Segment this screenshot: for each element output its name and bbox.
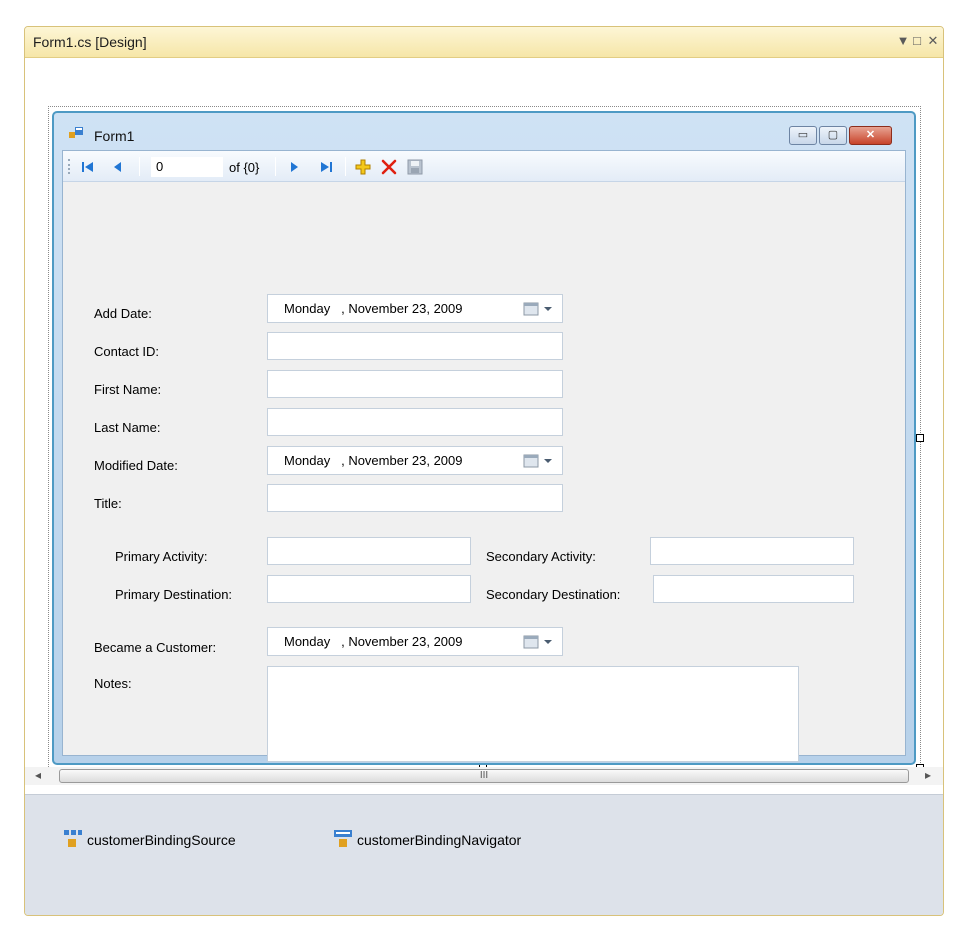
toolstrip-separator [345, 157, 346, 176]
toolstrip-separator [139, 157, 140, 176]
first-name-textbox[interactable] [267, 370, 563, 398]
became-customer-day: Monday , November 23, 2009 [284, 634, 463, 649]
add-date-label: Add Date: [94, 306, 152, 321]
binding-navigator-icon [334, 830, 352, 847]
position-item-textbox[interactable]: 0 [151, 157, 223, 177]
secondary-destination-label: Secondary Destination: [486, 587, 621, 602]
save-icon[interactable] [407, 159, 423, 175]
add-new-icon[interactable] [355, 159, 371, 175]
designer-document-window: Form1.cs [Design] ▼ □ ✕ Form1 ▭ ▢ ✕ 0 of… [24, 26, 944, 916]
design-surface[interactable]: Form1 ▭ ▢ ✕ 0 of {0} Add Date: Contact I… [25, 58, 943, 793]
move-last-icon[interactable] [319, 161, 333, 173]
scroll-left-icon[interactable]: ◂ [35, 768, 41, 782]
calendar-dropdown-icon[interactable] [522, 453, 558, 469]
binding-navigator-label: customerBindingNavigator [357, 832, 522, 848]
toolstrip-grip[interactable] [68, 159, 71, 174]
primary-activity-textbox[interactable] [267, 537, 471, 565]
resize-handle-right[interactable] [916, 434, 924, 442]
count-item-label: of {0} [229, 160, 260, 175]
move-next-icon[interactable] [289, 161, 299, 173]
primary-destination-label: Primary Destination: [115, 587, 233, 602]
component-tray: customerBindingSource customerBindingNav… [25, 794, 943, 915]
secondary-activity-textbox[interactable] [650, 537, 854, 565]
title-textbox[interactable] [267, 484, 563, 512]
toolstrip-separator [275, 157, 276, 176]
move-first-icon[interactable] [81, 161, 95, 173]
form1-window[interactable]: Form1 ▭ ▢ ✕ 0 of {0} Add Date: Contact I… [52, 111, 916, 765]
form-icon [69, 127, 83, 138]
calendar-dropdown-icon[interactable] [522, 301, 558, 317]
first-name-label: First Name: [94, 382, 162, 397]
scroll-thumb[interactable]: III [59, 769, 909, 783]
became-customer-date-picker[interactable]: Monday , November 23, 2009 [267, 627, 563, 656]
delete-icon[interactable] [381, 159, 397, 175]
secondary-activity-label: Secondary Activity: [486, 549, 596, 564]
contact-id-textbox[interactable] [267, 332, 563, 360]
last-name-textbox[interactable] [267, 408, 563, 436]
secondary-destination-textbox[interactable] [653, 575, 854, 603]
form-client-area: 0 of {0} Add Date: Contact ID: First Nam… [62, 150, 906, 762]
form-maximize-button[interactable]: ▢ [819, 126, 847, 145]
modified-date-day: Monday , November 23, 2009 [284, 453, 463, 468]
binding-source-icon [64, 830, 82, 847]
scroll-right-icon[interactable]: ▸ [925, 768, 931, 782]
restore-icon[interactable]: □ [909, 31, 925, 51]
binding-source-label: customerBindingSource [87, 832, 236, 848]
document-title[interactable]: Form1.cs [Design] [33, 34, 147, 50]
primary-activity-label: Primary Activity: [115, 549, 208, 564]
primary-destination-textbox[interactable] [267, 575, 471, 603]
close-icon[interactable]: ✕ [925, 31, 941, 51]
form-close-button[interactable]: ✕ [849, 126, 892, 145]
modified-date-picker[interactable]: Monday , November 23, 2009 [267, 446, 563, 475]
modified-date-label: Modified Date: [94, 458, 178, 473]
binding-navigator-toolstrip: 0 of {0} [63, 151, 905, 182]
notes-textbox[interactable] [267, 666, 799, 762]
horizontal-scrollbar[interactable]: ◂ III ▸ [25, 767, 943, 785]
notes-label: Notes: [94, 676, 132, 691]
calendar-dropdown-icon[interactable] [522, 634, 558, 650]
move-previous-icon[interactable] [113, 161, 123, 173]
title-label: Title: [94, 496, 122, 511]
document-tab-bar: Form1.cs [Design] ▼ □ ✕ [25, 27, 943, 58]
add-date-picker[interactable]: Monday , November 23, 2009 [267, 294, 563, 323]
add-date-day: Monday , November 23, 2009 [284, 301, 463, 316]
form-minimize-button[interactable]: ▭ [789, 126, 817, 145]
form-title: Form1 [94, 128, 135, 144]
became-customer-label: Became a Customer: [94, 640, 217, 655]
last-name-label: Last Name: [94, 420, 161, 435]
contact-id-label: Contact ID: [94, 344, 160, 359]
